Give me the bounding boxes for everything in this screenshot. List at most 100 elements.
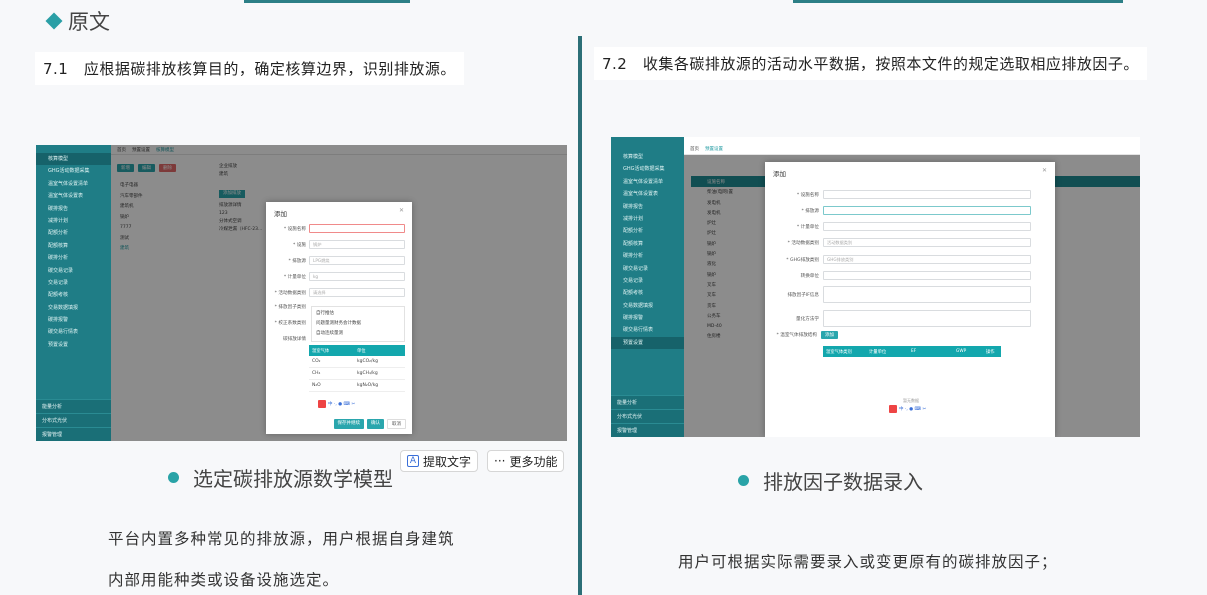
top-decoration-line bbox=[244, 0, 410, 3]
dialog-title: 添加 bbox=[274, 210, 287, 218]
ime-toolbar: 中 ·, ● ⌨ ✂ bbox=[889, 405, 926, 413]
form-row: 排放因子IF信息 bbox=[765, 286, 1031, 303]
sidebar-item[interactable]: 减排计划 bbox=[611, 213, 684, 225]
confirm-button[interactable]: 确认 bbox=[367, 419, 384, 429]
dropdown-option[interactable]: 自行推估 bbox=[316, 309, 400, 319]
field-input[interactable]: LPG燃烧 bbox=[309, 256, 405, 265]
section-heading-text: 原文 bbox=[68, 10, 110, 34]
sidebar-item[interactable]: 碳排分析 bbox=[36, 252, 111, 264]
sidebar-group[interactable]: 分布式光伏 bbox=[611, 409, 684, 423]
add-ghg-button[interactable]: 添加 bbox=[821, 331, 838, 339]
breadcrumb-item[interactable]: 预置设置 bbox=[705, 146, 723, 152]
field-label: * 活动数据类别 bbox=[274, 290, 306, 296]
field-input[interactable]: 活动数据类别 bbox=[823, 238, 1031, 247]
cancel-button[interactable]: 取消 bbox=[387, 419, 406, 429]
field-label: 量化方法学 bbox=[796, 316, 819, 322]
sidebar-item[interactable]: 温室气体设置表 bbox=[36, 190, 111, 202]
right-screenshot: 核算模型 GHG活动数据采集 温室气体设置清单 温室气体设置表 碳排报告 减排计划 配额分析… bbox=[611, 137, 1140, 437]
sidebar-item[interactable]: 碳排分析 bbox=[611, 250, 684, 262]
activity-dropdown: 自行推估 问题量测财务会计数据 自动连续量测 bbox=[311, 306, 405, 342]
sidebar-item[interactable]: 配额核算 bbox=[36, 240, 111, 252]
form-row: * 排放源 bbox=[765, 206, 1031, 215]
sidebar-item[interactable]: 碳排报警 bbox=[611, 312, 684, 324]
sidebar-item[interactable]: 碳交易行情表 bbox=[36, 326, 111, 338]
form-row: * 排放源 LPG燃烧 bbox=[266, 256, 405, 265]
sidebar-item[interactable]: 碳排报告 bbox=[36, 203, 111, 215]
sidebar-item[interactable]: 配额分析 bbox=[611, 225, 684, 237]
form-row: * 校正系数类别 bbox=[266, 320, 306, 326]
save-continue-button[interactable]: 保存并继续 bbox=[333, 419, 364, 429]
sidebar-item[interactable]: 核算模型 bbox=[611, 151, 684, 163]
sidebar-item[interactable]: 温室气体设置表 bbox=[611, 188, 684, 200]
sidebar-item[interactable]: 温室气体设置清单 bbox=[36, 178, 111, 190]
table-cell: CO₂ bbox=[312, 359, 321, 364]
ime-icons: 中 ·, ● ⌨ ✂ bbox=[328, 402, 356, 407]
field-label: * 设施名称 bbox=[796, 192, 819, 198]
sidebar-item[interactable]: 交易记录 bbox=[36, 277, 111, 289]
sidebar-item[interactable]: 核算模型 bbox=[36, 153, 111, 166]
table-row: CO₂ kgCO₂/kg bbox=[309, 356, 405, 368]
field-input[interactable] bbox=[823, 310, 1031, 327]
sidebar-item[interactable]: GHG活动数据采集 bbox=[611, 163, 684, 175]
sidebar-group[interactable]: 能量分析 bbox=[36, 399, 111, 413]
table-cell: kgCH₄/kg bbox=[357, 371, 378, 376]
form-row: * 设施名称 bbox=[266, 224, 405, 233]
form-row: * 设施名称 bbox=[765, 190, 1031, 199]
field-input[interactable] bbox=[823, 271, 1031, 280]
sidebar-item[interactable]: 预置设置 bbox=[611, 336, 684, 350]
field-label: * 计量单位 bbox=[283, 274, 306, 280]
table-header-cell: GWP bbox=[956, 349, 967, 354]
sidebar-item[interactable]: 碳交易记录 bbox=[36, 265, 111, 277]
table-header-cell: 计量单位 bbox=[869, 349, 887, 355]
field-input[interactable]: 锅炉 bbox=[309, 240, 405, 249]
bullet-dot-icon bbox=[168, 472, 179, 483]
field-input[interactable] bbox=[309, 224, 405, 233]
form-row: * 计量单位 bbox=[765, 222, 1031, 231]
diamond-bullet-icon bbox=[45, 12, 63, 30]
sidebar-item[interactable]: 温室气体设置清单 bbox=[611, 176, 684, 188]
sidebar-item[interactable]: 配额考核 bbox=[36, 289, 111, 301]
more-functions-button[interactable]: ··· 更多功能 bbox=[487, 450, 565, 472]
sidebar-group[interactable]: 报警管理 bbox=[611, 423, 684, 437]
sidebar-group[interactable]: 报警管理 bbox=[36, 427, 111, 441]
dialog-footer: 保存并继续 确认 取消 bbox=[333, 419, 406, 429]
field-input[interactable] bbox=[823, 206, 1031, 215]
sidebar-item[interactable]: GHG活动数据采集 bbox=[36, 165, 111, 177]
more-functions-label: 更多功能 bbox=[509, 454, 558, 469]
extract-text-button[interactable]: A 提取文字 bbox=[400, 450, 479, 472]
more-icon: ··· bbox=[494, 454, 506, 468]
breadcrumb-item[interactable]: 首页 bbox=[690, 146, 699, 152]
sidebar-group[interactable]: 分布式光伏 bbox=[36, 413, 111, 427]
field-input[interactable] bbox=[823, 286, 1031, 303]
sidebar-item[interactable]: 碳排报告 bbox=[611, 201, 684, 213]
sidebar-item[interactable]: 配额分析 bbox=[36, 227, 111, 239]
field-input[interactable] bbox=[823, 222, 1031, 231]
sidebar-item[interactable]: 配额考核 bbox=[611, 287, 684, 299]
caption-left-text: 选定碳排放源数学模型 bbox=[193, 467, 393, 491]
dropdown-option[interactable]: 自动连续量测 bbox=[316, 329, 400, 339]
dropdown-option[interactable]: 问题量测财务会计数据 bbox=[316, 319, 400, 329]
ghg-structure-row: * 温室气体排放结构 添加 bbox=[765, 331, 838, 339]
clause-7-2: 7.2 收集各碳排放源的活动水平数据，按照本文件的规定选取相应排放因子。 bbox=[594, 47, 1147, 80]
sidebar-item[interactable]: 碳交易记录 bbox=[611, 263, 684, 275]
right-breadcrumb: 首页 预置设置 bbox=[684, 137, 1140, 155]
sidebar-item[interactable]: 交易记录 bbox=[611, 275, 684, 287]
table-cell: N₂O bbox=[312, 383, 321, 388]
field-input[interactable] bbox=[823, 190, 1031, 199]
sidebar-item[interactable]: 交易数据填报 bbox=[611, 300, 684, 312]
sidebar-item[interactable]: 交易数据填报 bbox=[36, 302, 111, 314]
sidebar-item[interactable]: 减排计划 bbox=[36, 215, 111, 227]
sidebar-item[interactable]: 碳排报警 bbox=[36, 314, 111, 326]
sidebar-item[interactable]: 碳交易行情表 bbox=[611, 324, 684, 336]
sidebar-group[interactable]: 能量分析 bbox=[611, 395, 684, 409]
sidebar-item[interactable]: 预置设置 bbox=[36, 339, 111, 351]
form-row: * 排放因子类别 bbox=[266, 304, 306, 310]
field-label: * 排放因子类别 bbox=[274, 305, 306, 310]
sidebar-item[interactable]: 配额核算 bbox=[611, 238, 684, 250]
table-row: N₂O kgN₂O/kg bbox=[309, 380, 405, 392]
field-input[interactable]: GHG排放类别 bbox=[823, 255, 1031, 264]
close-icon[interactable]: ✕ bbox=[399, 207, 404, 214]
close-icon[interactable]: ✕ bbox=[1042, 167, 1047, 174]
field-input[interactable]: kg bbox=[309, 272, 405, 281]
field-input[interactable]: 请选择 bbox=[309, 288, 405, 297]
